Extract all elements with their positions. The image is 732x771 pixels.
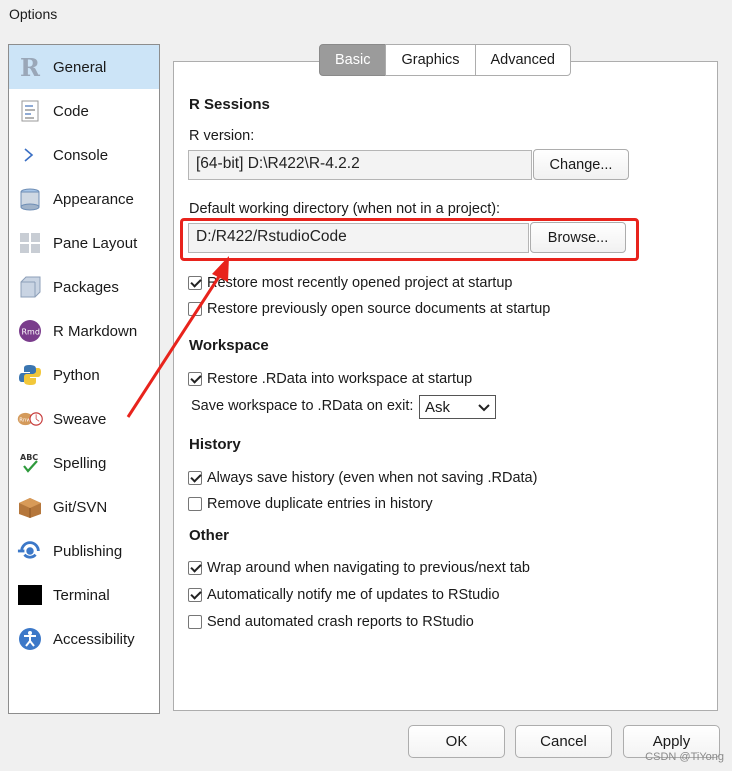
watermark: CSDN @TiYong (645, 751, 724, 763)
save-workspace-select[interactable]: Ask (419, 395, 496, 419)
sidebar-item-label: Packages (53, 278, 119, 296)
svg-text:Rmd: Rmd (22, 328, 40, 337)
restore-docs-label: Restore previously open source documents… (207, 301, 551, 317)
chevron-down-icon (478, 399, 490, 416)
sidebar-item-label: Console (53, 146, 109, 164)
workdir-label: Default working directory (when not in a… (189, 201, 501, 217)
r-logo-icon: R (17, 54, 43, 80)
sidebar: R General Code Console Appearance Pane L… (8, 44, 160, 714)
always-save-history-option[interactable]: Always save history (even when not savin… (188, 468, 537, 488)
code-document-icon (17, 98, 43, 124)
restore-docs-option[interactable]: Restore previously open source documents… (188, 299, 550, 319)
remove-duplicates-option[interactable]: Remove duplicate entries in history (188, 494, 433, 514)
crash-reports-checkbox[interactable] (188, 615, 202, 629)
accessibility-icon (17, 626, 43, 652)
publishing-icon (17, 538, 43, 564)
sidebar-item-label: Terminal (53, 586, 110, 604)
notify-updates-checkbox[interactable] (188, 588, 202, 602)
sidebar-item-label: General (53, 58, 107, 76)
sidebar-item-label: Accessibility (53, 630, 135, 648)
r-sessions-heading: R Sessions (189, 96, 270, 113)
remove-duplicates-checkbox[interactable] (188, 497, 202, 511)
wrap-around-option[interactable]: Wrap around when navigating to previous/… (188, 558, 530, 578)
restore-docs-checkbox[interactable] (188, 302, 202, 316)
sidebar-item-label: Git/SVN (53, 498, 108, 516)
notify-updates-option[interactable]: Automatically notify me of updates to RS… (188, 585, 500, 605)
sidebar-item-label: Publishing (53, 542, 123, 560)
sidebar-item-sweave[interactable]: Rnw Sweave (9, 397, 159, 441)
r-version-field: [64-bit] D:\R422\R-4.2.2 (188, 150, 532, 180)
remove-duplicates-label: Remove duplicate entries in history (207, 496, 433, 512)
history-heading: History (189, 436, 241, 453)
restore-rdata-option[interactable]: Restore .RData into workspace at startup (188, 369, 472, 389)
packages-icon (17, 274, 43, 300)
crash-reports-label: Send automated crash reports to RStudio (207, 614, 474, 630)
sidebar-item-r-markdown[interactable]: Rmd R Markdown (9, 309, 159, 353)
save-workspace-label: Save workspace to .RData on exit: (191, 398, 414, 414)
tab-advanced[interactable]: Advanced (474, 44, 571, 76)
crash-reports-option[interactable]: Send automated crash reports to RStudio (188, 612, 474, 632)
terminal-icon (17, 582, 43, 608)
restore-project-label: Restore most recently opened project at … (207, 275, 513, 291)
sidebar-item-label: R Markdown (53, 322, 138, 340)
sweave-icon: Rnw (17, 406, 43, 432)
sidebar-item-accessibility[interactable]: Accessibility (9, 617, 159, 661)
restore-project-checkbox[interactable] (188, 276, 202, 290)
tab-bar: Basic Graphics Advanced (319, 44, 571, 76)
sidebar-item-terminal[interactable]: Terminal (9, 573, 159, 617)
save-workspace-value: Ask (425, 398, 451, 416)
always-save-history-checkbox[interactable] (188, 471, 202, 485)
change-button[interactable]: Change... (533, 149, 629, 180)
svg-text:R: R (20, 55, 41, 79)
other-heading: Other (189, 527, 230, 544)
restore-rdata-label: Restore .RData into workspace at startup (207, 371, 473, 387)
restore-project-option[interactable]: Restore most recently opened project at … (188, 273, 512, 293)
console-prompt-icon (17, 142, 43, 168)
browse-button[interactable]: Browse... (530, 222, 626, 253)
notify-updates-label: Automatically notify me of updates to RS… (207, 587, 500, 603)
sidebar-item-publishing[interactable]: Publishing (9, 529, 159, 573)
sidebar-item-label: Appearance (53, 190, 134, 208)
sidebar-item-git-svn[interactable]: Git/SVN (9, 485, 159, 529)
r-version-label: R version: (189, 128, 255, 144)
tab-basic[interactable]: Basic (319, 44, 387, 76)
python-icon (17, 362, 43, 388)
always-save-history-label: Always save history (even when not savin… (207, 470, 538, 486)
tab-graphics[interactable]: Graphics (385, 44, 476, 76)
sidebar-item-appearance[interactable]: Appearance (9, 177, 159, 221)
pane-layout-icon (17, 230, 43, 256)
git-svn-icon (17, 494, 43, 520)
window-title: Options (0, 0, 732, 30)
sidebar-item-label: Python (53, 366, 100, 384)
workdir-field[interactable]: D:/R422/RstudioCode (188, 223, 529, 253)
sidebar-item-console[interactable]: Console (9, 133, 159, 177)
spelling-icon: ABC (17, 450, 43, 476)
sidebar-item-label: Spelling (53, 454, 107, 472)
cancel-button[interactable]: Cancel (515, 725, 612, 758)
sidebar-item-label: Code (53, 102, 89, 120)
sidebar-item-code[interactable]: Code (9, 89, 159, 133)
sidebar-item-general[interactable]: R General (9, 45, 159, 89)
sidebar-item-python[interactable]: Python (9, 353, 159, 397)
svg-text:ABC: ABC (20, 453, 38, 462)
workspace-heading: Workspace (189, 337, 269, 354)
sidebar-item-label: Sweave (53, 410, 107, 428)
appearance-icon (17, 186, 43, 212)
sidebar-item-spelling[interactable]: ABC Spelling (9, 441, 159, 485)
wrap-around-label: Wrap around when navigating to previous/… (207, 560, 530, 576)
wrap-around-checkbox[interactable] (188, 561, 202, 575)
sidebar-item-label: Pane Layout (53, 234, 138, 252)
ok-button[interactable]: OK (408, 725, 505, 758)
sidebar-item-pane-layout[interactable]: Pane Layout (9, 221, 159, 265)
sidebar-item-packages[interactable]: Packages (9, 265, 159, 309)
rmarkdown-icon: Rmd (17, 318, 43, 344)
restore-rdata-checkbox[interactable] (188, 372, 202, 386)
